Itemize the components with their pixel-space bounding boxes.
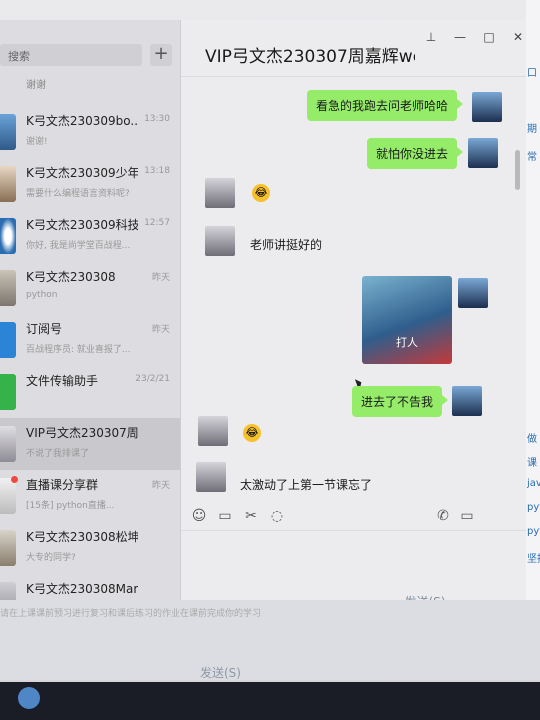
search-placeholder: 搜索 <box>8 50 30 63</box>
add-chat-button[interactable]: + <box>150 44 172 66</box>
avatar <box>0 114 16 150</box>
bg-text: pyt <box>527 502 540 513</box>
taskbar <box>0 682 540 720</box>
list-item[interactable]: 订阅号 昨天 百战程序员: 就业喜报了... <box>0 314 180 366</box>
emoji-laugh-icon: 😂 <box>252 184 270 202</box>
bg-text: 口 <box>527 68 537 79</box>
chat-time: 12:57 <box>144 218 170 228</box>
chat-name: VIP弓文杰230307周... <box>26 426 138 440</box>
search-input[interactable]: 搜索 <box>0 44 142 66</box>
my-avatar[interactable] <box>468 138 498 168</box>
list-item[interactable]: K弓文杰230309少年 13:18 需要什么编程语言资料呢? <box>0 158 180 210</box>
video-call-icon[interactable]: ▭ <box>458 508 476 524</box>
avatar <box>0 530 16 566</box>
list-item-partial-preview: 谢谢 <box>26 80 46 91</box>
chat-time: 13:18 <box>144 166 170 176</box>
bg-text: 坚持 <box>527 554 540 565</box>
chat-name: K弓文杰230309科技 <box>26 218 138 232</box>
emoji-laugh-icon: 😂 <box>243 424 261 442</box>
chat-preview: 百战程序员: 就业喜报了... <box>26 345 131 355</box>
avatar <box>0 426 16 462</box>
chat-name: 订阅号 <box>26 322 63 336</box>
chat-preview: 大专的同学? <box>26 553 76 563</box>
chat-title: VIP弓文杰230307周嘉辉we... <box>205 47 415 67</box>
chat-name: K弓文杰230308 <box>26 270 116 284</box>
title-divider <box>181 76 526 77</box>
my-avatar[interactable] <box>452 386 482 416</box>
avatar <box>0 218 16 254</box>
chat-time: 昨天 <box>151 273 170 283</box>
avatar <box>0 478 16 514</box>
chat-preview: python <box>26 290 58 300</box>
phone-icon[interactable]: ✆ <box>434 508 452 524</box>
chat-preview: 谢谢! <box>26 137 48 147</box>
chat-time: 昨天 <box>151 481 170 491</box>
chat-preview: [15条] python直播... <box>26 501 115 511</box>
chat-name: K弓文杰230309少年 <box>26 166 138 180</box>
bg-text: 常 <box>527 152 537 163</box>
maximize-button[interactable]: □ <box>481 30 497 44</box>
list-item[interactable]: 直播课分享群 昨天 [15条] python直播... <box>0 470 180 522</box>
contact-avatar[interactable] <box>198 416 228 446</box>
emoji-icon[interactable]: ☺ <box>190 508 208 524</box>
contact-avatar[interactable] <box>205 226 235 256</box>
pin-icon[interactable]: ⊥ <box>423 30 439 44</box>
minimize-button[interactable]: — <box>452 30 468 44</box>
message-text-other[interactable]: 老师讲挺好的 <box>250 236 322 253</box>
folder-icon[interactable]: ▭ <box>216 508 234 524</box>
my-avatar[interactable] <box>472 92 502 122</box>
avatar <box>0 166 16 202</box>
bg-text: 课 <box>527 458 537 469</box>
file-transfer-icon <box>0 374 16 410</box>
input-divider <box>181 530 526 531</box>
avatar <box>0 270 16 306</box>
list-item[interactable]: 文件传输助手 23/2/21 <box>0 366 180 418</box>
message-bubble-me[interactable]: 看急的我跑去问老师哈哈 <box>307 90 464 121</box>
message-bubble-me[interactable]: 进去了不告我 <box>352 386 449 417</box>
contact-avatar[interactable] <box>196 462 226 492</box>
bg-text: jav <box>527 478 540 489</box>
chat-name: 文件传输助手 <box>26 374 99 388</box>
screen: 搜索 + 谢谢 K弓文杰230309bo... 13:30 谢谢! K弓文杰23… <box>0 0 540 720</box>
chat-history-icon[interactable]: ◌ <box>268 508 286 524</box>
chat-preview: 不说了我排课了 <box>26 449 90 459</box>
taskbar-app-icon[interactable] <box>18 687 40 709</box>
list-item[interactable]: K弓文杰230309bo... 13:30 谢谢! <box>0 106 180 158</box>
chat-list-sidebar: 搜索 + 谢谢 K弓文杰230309bo... 13:30 谢谢! K弓文杰23… <box>0 20 181 620</box>
chat-time: 昨天 <box>151 325 170 335</box>
chat-time: 13:30 <box>144 114 170 124</box>
chat-preview: 需要什么编程语言资料呢? <box>26 189 130 199</box>
my-avatar[interactable] <box>458 278 488 308</box>
contact-avatar[interactable] <box>205 178 235 208</box>
bg-send-button[interactable]: 发送(S) <box>200 664 241 681</box>
chat-name: K弓文杰230308Mark <box>26 582 138 596</box>
chat-name: K弓文杰230309bo... <box>26 114 138 128</box>
close-button[interactable]: ✕ <box>510 30 526 44</box>
background-window-right: 口 期 常 做 课 jav pyt pyt 坚持 <box>526 0 540 610</box>
list-item[interactable]: K弓文杰230309科技 12:57 你好, 我是尚学堂百战程... <box>0 210 180 262</box>
chat-name: 直播课分享群 <box>26 478 99 492</box>
message-scrollbar[interactable] <box>515 150 520 190</box>
unread-badge <box>11 476 18 483</box>
sticker-caption: 打人 <box>396 336 418 349</box>
chat-name: K弓文杰230308松坤... <box>26 530 138 544</box>
chat-preview: 你好, 我是尚学堂百战程... <box>26 241 131 251</box>
scissors-icon[interactable]: ✂ <box>242 508 260 524</box>
subscription-icon <box>0 322 16 358</box>
bg-input-text: 请在上课课前预习进行复习和课后练习的作业在课前完成你的学习 <box>0 609 262 619</box>
bg-text: 期 <box>527 124 537 135</box>
bg-text: 做 <box>527 434 537 445</box>
list-item-selected[interactable]: VIP弓文杰230307周... 不说了我排课了 <box>0 418 180 470</box>
sticker-image[interactable]: 打人 <box>362 276 452 364</box>
list-item[interactable]: K弓文杰230308松坤... 大专的同学? <box>0 522 180 574</box>
message-text-other[interactable]: 太激动了上第一节课忘了 <box>240 476 372 493</box>
bg-text: pyt <box>527 526 540 537</box>
message-bubble-me[interactable]: 就怕你没进去 <box>367 138 464 169</box>
list-item[interactable]: K弓文杰230308 昨天 python <box>0 262 180 314</box>
chat-time: 23/2/21 <box>135 374 170 384</box>
